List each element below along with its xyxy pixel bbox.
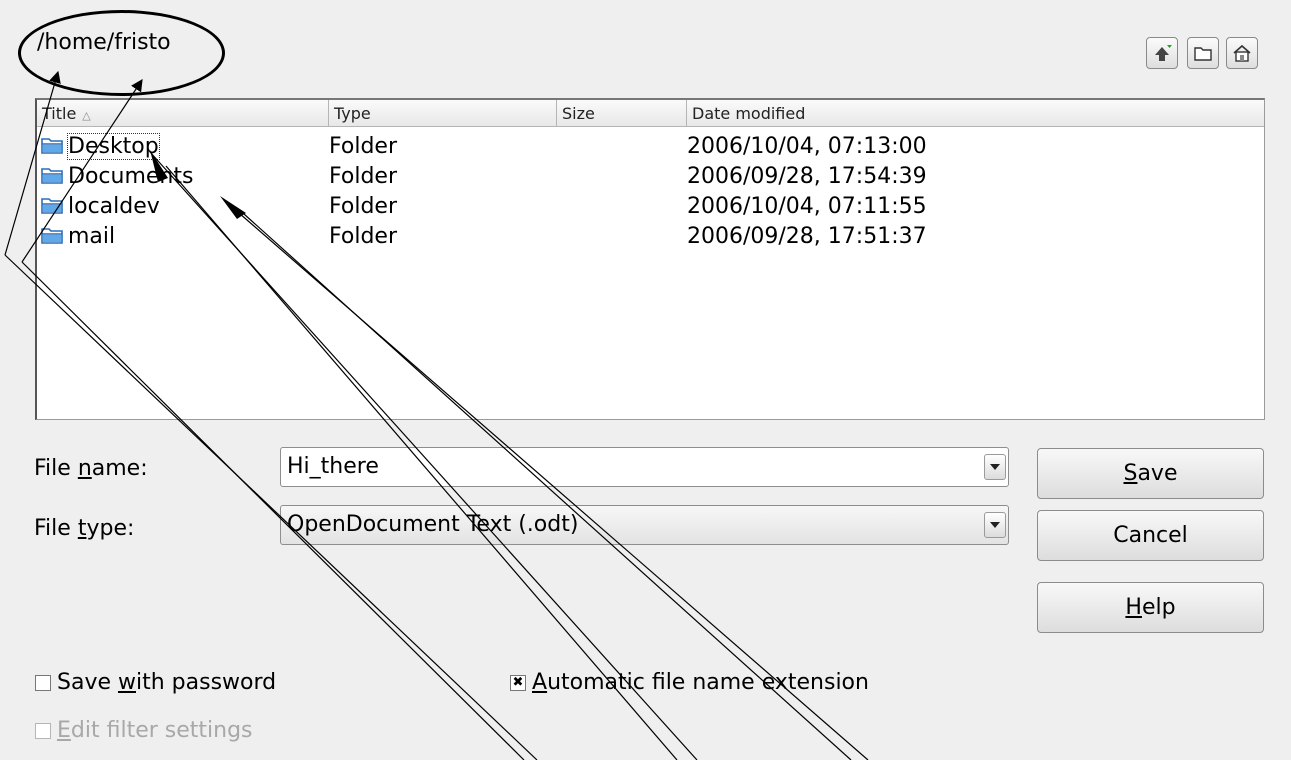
file-type: Folder — [329, 164, 397, 189]
checkbox-box[interactable] — [35, 674, 51, 691]
file-type-label: File type: — [34, 516, 135, 541]
cancel-button[interactable]: Cancel — [1037, 510, 1264, 561]
save-button[interactable]: Save — [1037, 448, 1264, 499]
column-header-date-modified[interactable]: Date modified — [687, 100, 1264, 127]
chevron-down-icon — [990, 464, 1000, 470]
file-list[interactable]: Title △ Type Size Date modified Desktop F… — [35, 98, 1265, 420]
chevron-down-icon — [990, 522, 1000, 528]
file-type: Folder — [329, 224, 397, 249]
edit-filter-settings-label: Edit filter settings — [57, 718, 253, 743]
folder-icon — [41, 138, 63, 154]
file-name-dropdown-button[interactable] — [984, 454, 1006, 480]
column-header-size[interactable]: Size — [557, 100, 687, 127]
file-name: mail — [68, 224, 116, 249]
column-header-title[interactable]: Title △ — [37, 100, 329, 127]
sort-ascending-icon: △ — [82, 109, 91, 122]
file-date-modified: 2006/10/04, 07:11:55 — [687, 194, 927, 219]
help-button[interactable]: Help — [1037, 582, 1264, 633]
file-type-dropdown-button[interactable] — [984, 512, 1006, 538]
folder-icon — [41, 168, 63, 184]
checkbox-checked[interactable]: ✖ — [510, 674, 526, 691]
table-row[interactable]: mail Folder 2006/09/28, 17:51:37 — [37, 222, 1264, 252]
up-one-level-icon — [1155, 45, 1172, 61]
automatic-extension-checkbox[interactable]: ✖ Automatic file name extension — [510, 670, 869, 695]
up-one-level-button[interactable] — [1146, 37, 1178, 69]
file-name: Desktop — [67, 133, 160, 160]
edit-filter-settings-checkbox: Edit filter settings — [35, 718, 253, 743]
home-button[interactable] — [1226, 37, 1258, 69]
file-type-value: OpenDocument Text (.odt) — [287, 512, 579, 537]
path-callout-ellipse — [18, 10, 225, 96]
table-row[interactable]: localdev Folder 2006/10/04, 07:11:55 — [37, 192, 1264, 222]
file-name: localdev — [68, 194, 160, 219]
folder-icon — [41, 228, 63, 244]
home-icon — [1233, 44, 1251, 62]
file-name-input[interactable]: Hi_there — [287, 454, 379, 479]
file-date-modified: 2006/10/04, 07:13:00 — [687, 134, 927, 159]
save-with-password-checkbox[interactable]: Save with password — [35, 670, 276, 695]
save-with-password-label: Save with password — [57, 670, 277, 695]
column-header-type[interactable]: Type — [329, 100, 557, 127]
table-row[interactable]: Desktop Folder 2006/10/04, 07:13:00 — [37, 132, 1264, 162]
file-type: Folder — [329, 134, 397, 159]
folder-icon — [41, 198, 63, 214]
file-list-header: Title △ Type Size Date modified — [37, 100, 1264, 127]
automatic-extension-label: Automatic file name extension — [532, 670, 869, 695]
new-folder-icon — [1194, 47, 1212, 61]
file-name-combobox[interactable]: Hi_there — [280, 447, 1009, 487]
file-type-select[interactable]: OpenDocument Text (.odt) — [280, 505, 1009, 545]
file-type: Folder — [329, 194, 397, 219]
file-date-modified: 2006/09/28, 17:54:39 — [687, 164, 927, 189]
file-date-modified: 2006/09/28, 17:51:37 — [687, 224, 927, 249]
checkbox-box — [35, 722, 51, 739]
new-folder-button[interactable] — [1187, 37, 1219, 69]
file-name-label: File name: — [34, 456, 148, 481]
file-name: Documents — [68, 164, 194, 189]
table-row[interactable]: Documents Folder 2006/09/28, 17:54:39 — [37, 162, 1264, 192]
